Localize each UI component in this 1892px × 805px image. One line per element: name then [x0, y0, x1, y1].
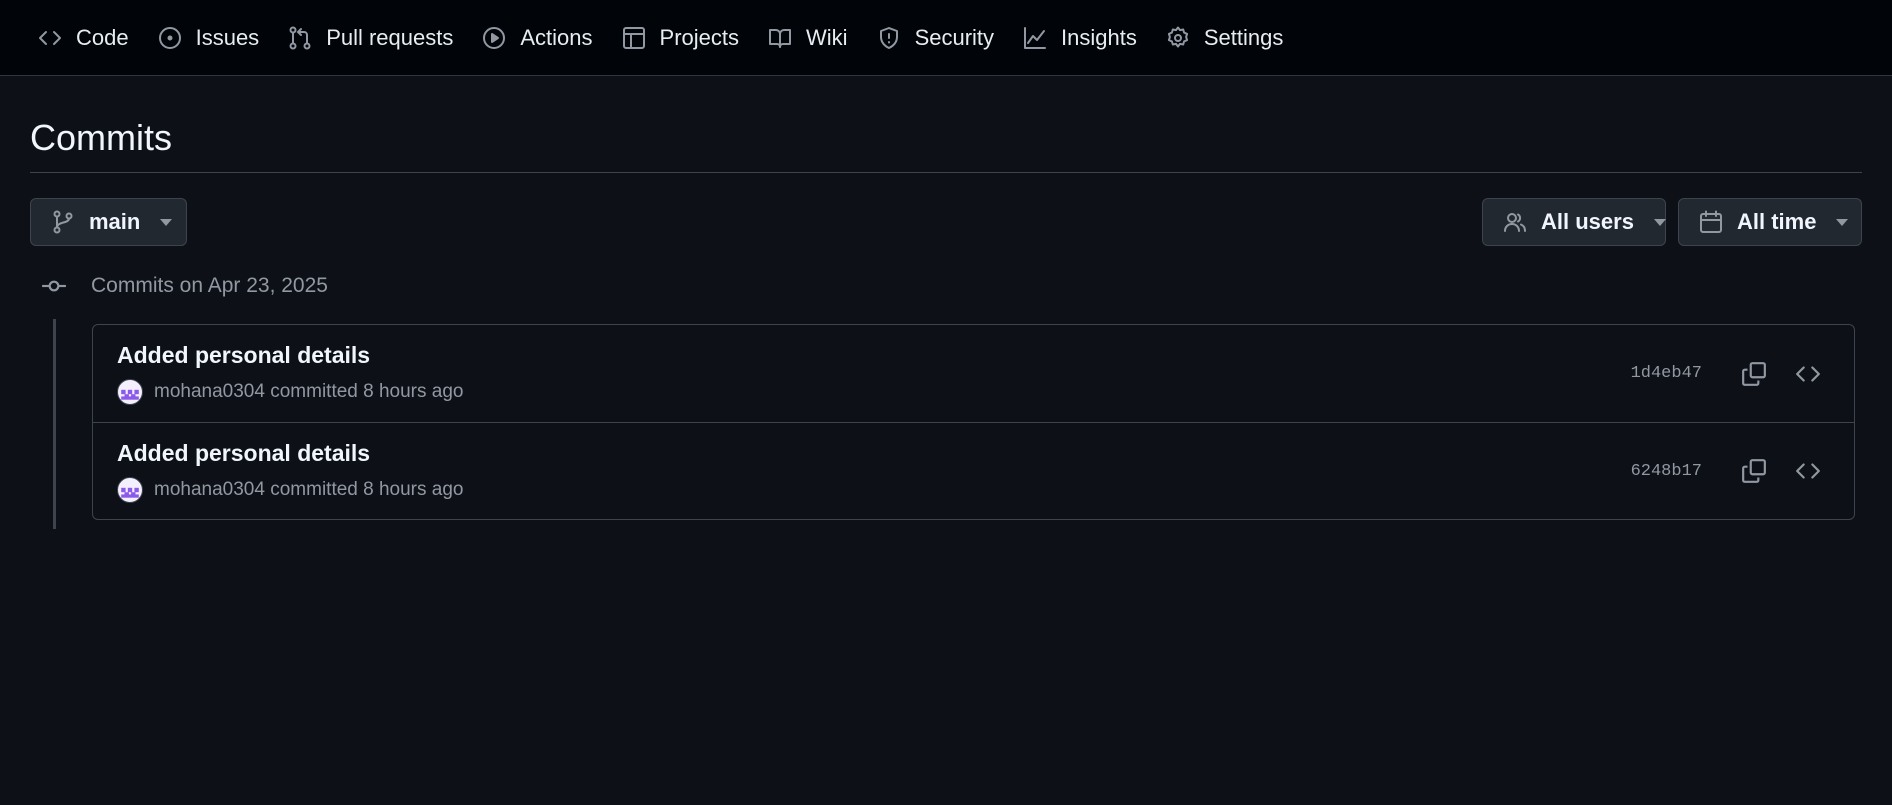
branch-select-button[interactable]: main: [30, 198, 187, 246]
commit-sha-link[interactable]: 6248b17: [1631, 462, 1702, 481]
nav-actions[interactable]: Actions: [474, 16, 600, 60]
commit-group-label: Commits on Apr 23, 2025: [91, 274, 328, 297]
nav-settings-label: Settings: [1203, 24, 1284, 50]
commit-title-link[interactable]: Added personal details: [117, 440, 463, 467]
commit-actions: 6248b17: [1631, 449, 1830, 493]
commit-row: Added personal details mohana0304 commit…: [93, 325, 1854, 422]
caret-down-icon: [1653, 218, 1666, 226]
commit-actions: 1d4eb47: [1631, 352, 1830, 396]
nav-pull-requests[interactable]: Pull requests: [280, 16, 461, 60]
nav-code[interactable]: Code: [30, 16, 137, 60]
nav-security-label: Security: [914, 24, 995, 50]
code-icon: [1796, 463, 1820, 479]
gear-icon: [1166, 26, 1190, 50]
book-icon: [768, 26, 792, 50]
nav-security[interactable]: Security: [869, 16, 1002, 60]
shield-icon: [877, 26, 901, 50]
main-content: Commits main All users All time Commits …: [0, 76, 1892, 529]
nav-issues-label: Issues: [195, 24, 260, 50]
repo-nav: Code Issues Pull requests Actions Projec…: [0, 0, 1892, 76]
code-icon: [1796, 365, 1820, 382]
avatar[interactable]: [117, 379, 143, 405]
nav-projects[interactable]: Projects: [614, 16, 747, 60]
copy-sha-button[interactable]: [1732, 352, 1776, 396]
nav-wiki-label: Wiki: [806, 24, 848, 50]
commit-action-text: committed 8 hours ago: [270, 478, 464, 500]
nav-projects-label: Projects: [659, 24, 740, 50]
commit-group-header: Commits on Apr 23, 2025: [30, 271, 1862, 301]
git-commit-icon: [39, 271, 69, 301]
nav-code-label: Code: [76, 24, 129, 50]
table-icon: [622, 26, 646, 50]
users-filter-label: All users: [1541, 209, 1634, 234]
branch-icon: [51, 210, 75, 234]
pull-request-icon: [288, 26, 312, 50]
copy-icon: [1742, 361, 1766, 386]
calendar-icon: [1699, 210, 1723, 234]
browse-files-button[interactable]: [1786, 449, 1830, 493]
caret-down-icon: [160, 218, 173, 226]
copy-sha-button[interactable]: [1732, 449, 1776, 493]
code-icon: [38, 26, 62, 50]
issue-icon: [158, 26, 182, 50]
commit-title-link[interactable]: Added personal details: [117, 342, 463, 369]
nav-pull-requests-label: Pull requests: [326, 24, 454, 50]
right-filters: All users All time: [1482, 198, 1862, 246]
commit-meta: mohana0304 committed 8 hours ago: [117, 379, 463, 405]
commit-author-link[interactable]: mohana0304: [154, 381, 265, 403]
commit-list: Added personal details mohana0304 commit…: [92, 324, 1855, 520]
branch-label: main: [89, 209, 141, 234]
caret-down-icon: [1836, 218, 1849, 226]
commit-timeline: Commits on Apr 23, 2025 Added personal d…: [30, 271, 1862, 529]
nav-settings[interactable]: Settings: [1158, 16, 1292, 60]
timeline-line: [53, 319, 56, 529]
users-filter-button[interactable]: All users: [1482, 198, 1666, 246]
commit-row: Added personal details mohana0304 commit…: [93, 422, 1854, 519]
graph-icon: [1023, 26, 1047, 50]
avatar[interactable]: [117, 476, 143, 503]
play-icon: [482, 26, 506, 50]
commit-meta: mohana0304 committed 8 hours ago: [117, 476, 464, 503]
time-filter-label: All time: [1737, 209, 1817, 234]
copy-icon: [1742, 459, 1766, 483]
filter-bar: main All users All time: [30, 198, 1862, 246]
browse-files-button[interactable]: [1786, 352, 1830, 396]
nav-actions-label: Actions: [520, 24, 593, 50]
commit-author-link[interactable]: mohana0304: [154, 479, 265, 501]
nav-insights[interactable]: Insights: [1015, 16, 1145, 60]
time-filter-button[interactable]: All time: [1678, 198, 1862, 246]
people-icon: [1503, 210, 1527, 234]
commit-action-text: committed 8 hours ago: [270, 381, 464, 402]
commit-sha-link[interactable]: 1d4eb47: [1631, 364, 1702, 383]
commit-info: Added personal details mohana0304 commit…: [117, 342, 463, 405]
commit-info: Added personal details mohana0304 commit…: [117, 440, 463, 503]
nav-issues[interactable]: Issues: [150, 16, 268, 60]
page-title: Commits: [30, 76, 1862, 173]
nav-insights-label: Insights: [1061, 24, 1137, 50]
nav-wiki[interactable]: Wiki: [760, 16, 856, 60]
